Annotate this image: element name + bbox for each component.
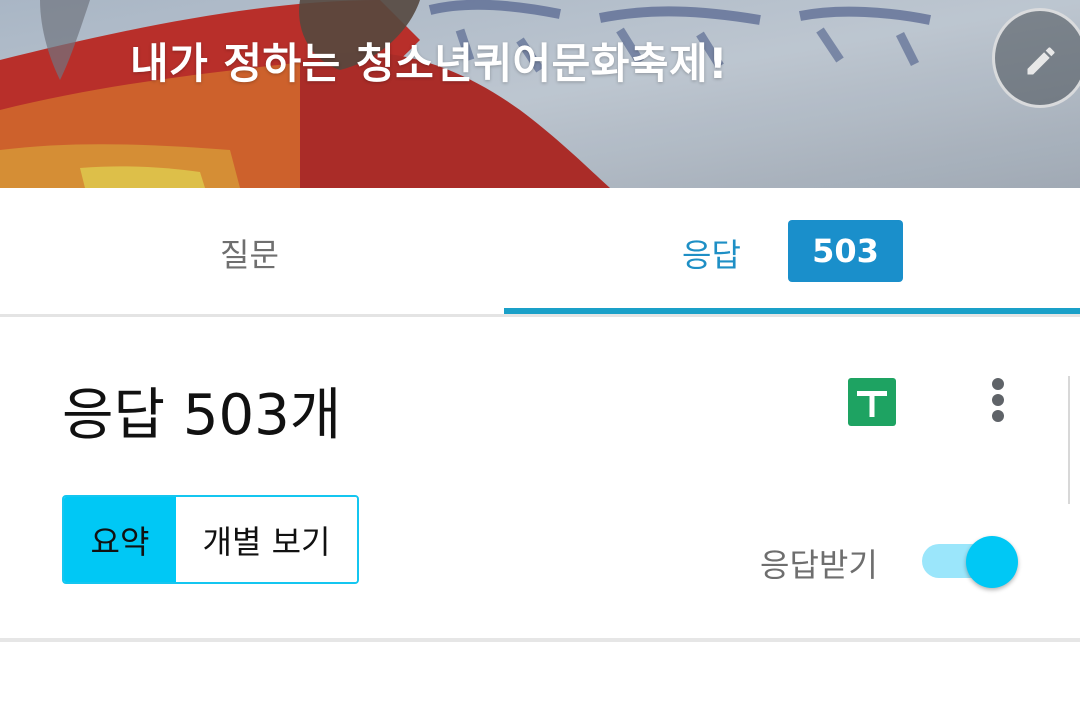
tab-bar: 질문 응답 503 bbox=[0, 188, 1080, 504]
accepting-responses-label: 응답받기 bbox=[760, 546, 878, 584]
summary-view-button[interactable]: 요약 bbox=[64, 497, 176, 582]
view-mode-toggle: 요약 개별 보기 bbox=[62, 495, 359, 584]
tab-responses-label: 응답 bbox=[682, 236, 741, 274]
edit-header-button[interactable] bbox=[992, 8, 1080, 108]
more-vert-icon bbox=[992, 378, 1004, 390]
tabs-divider bbox=[0, 314, 1080, 317]
response-count-badge: 503 bbox=[788, 220, 903, 282]
individual-view-button[interactable]: 개별 보기 bbox=[176, 497, 357, 582]
create-spreadsheet-button[interactable] bbox=[846, 376, 898, 428]
more-options-button[interactable] bbox=[978, 372, 1018, 428]
section-divider bbox=[0, 638, 1080, 642]
tab-questions[interactable]: 질문 bbox=[0, 188, 504, 312]
header-banner: 내가 정하는 청소년퀴어문화축제! bbox=[0, 0, 1080, 188]
response-count-heading: 응답 503개 bbox=[62, 383, 342, 448]
switch-knob bbox=[966, 536, 1018, 588]
tab-questions-label: 질문 bbox=[220, 236, 279, 274]
accepting-responses-switch[interactable] bbox=[920, 532, 1020, 588]
google-sheets-icon bbox=[848, 378, 896, 426]
more-vert-icon-dot bbox=[992, 394, 1004, 406]
banner-image bbox=[0, 0, 1080, 188]
window-edge bbox=[1068, 376, 1070, 504]
forms-responses-screen: 내가 정하는 청소년퀴어문화축제! 질문 응답 503 응답 503개 요약 개… bbox=[0, 0, 1080, 708]
form-title: 내가 정하는 청소년퀴어문화축제! bbox=[130, 39, 728, 88]
tab-responses[interactable]: 응답 503 bbox=[504, 188, 1080, 312]
more-vert-icon-dot bbox=[992, 410, 1004, 422]
pencil-icon bbox=[1027, 47, 1055, 75]
